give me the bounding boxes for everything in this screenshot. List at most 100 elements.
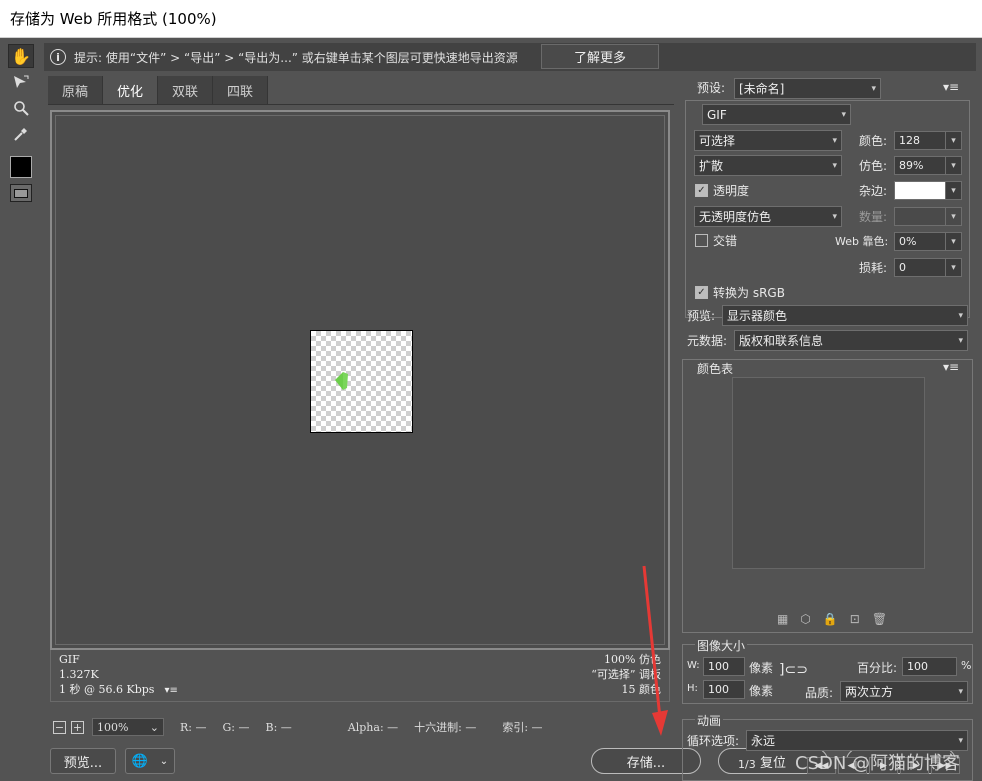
chevron-down-icon: ⌄ bbox=[159, 755, 169, 767]
chevron-down-icon: ▾ bbox=[958, 735, 963, 746]
preview-canvas[interactable] bbox=[50, 110, 670, 650]
metadata-select[interactable]: 版权和联系信息 ▾ bbox=[734, 330, 968, 351]
dither-combo[interactable]: 89% ▾ bbox=[894, 156, 962, 175]
colors-combo[interactable]: 128 ▾ bbox=[894, 131, 962, 150]
percent-field[interactable]: 100 bbox=[902, 657, 957, 676]
info-size: 1.327K bbox=[59, 668, 99, 681]
toggle-slices-icon[interactable] bbox=[10, 184, 32, 202]
window-title: 存储为 Web 所用格式 (100%) bbox=[10, 10, 217, 28]
interlace-checkbox[interactable]: 交错 bbox=[695, 232, 737, 249]
slice-select-tool-icon[interactable] bbox=[8, 70, 34, 94]
tool-panel: ✋ bbox=[8, 44, 38, 202]
preview-value: 显示器颜色 bbox=[727, 309, 788, 323]
metadata-value: 版权和联系信息 bbox=[739, 334, 824, 348]
colors-field[interactable]: 128 bbox=[894, 131, 946, 150]
dither-algorithm-select[interactable]: 扩散 ▾ bbox=[694, 155, 842, 176]
quality-label: 品质: bbox=[805, 686, 834, 700]
window-titlebar: 存储为 Web 所用格式 (100%) bbox=[0, 0, 982, 38]
tab-4-up[interactable]: 四联 bbox=[213, 76, 269, 104]
tab-2-up[interactable]: 双联 bbox=[158, 76, 214, 104]
checkmark-icon: ✓ bbox=[695, 184, 708, 197]
chevron-down-icon: ▾ bbox=[841, 109, 846, 120]
matte-color-field[interactable] bbox=[894, 181, 946, 200]
browser-select[interactable]: 🌐 ⌄ bbox=[125, 748, 175, 774]
chevron-down-icon[interactable]: ▾ bbox=[946, 181, 962, 200]
new-color-icon[interactable]: ⊡ bbox=[850, 612, 860, 626]
transparency-dither-select[interactable]: 无透明度仿色 ▾ bbox=[694, 206, 842, 227]
zoom-select[interactable]: 100% ⌄ bbox=[92, 718, 164, 736]
interlace-label: 交错 bbox=[713, 234, 738, 248]
metadata-label: 元数据: bbox=[687, 334, 728, 348]
annotation-arrow bbox=[642, 565, 668, 736]
web-snap-field[interactable]: 0% bbox=[894, 232, 946, 251]
color-table-menu-icon[interactable]: ▾≡ bbox=[943, 360, 959, 374]
zoom-out-button[interactable]: − bbox=[53, 720, 66, 734]
learn-more-button[interactable]: 了解更多 bbox=[541, 44, 659, 69]
map-color-icon[interactable]: ▦ bbox=[777, 612, 788, 626]
image-info-area: GIF 1.327K 1 秒 @ 56.6 Kbps ▾≡ 100% 仿色 “可选… bbox=[50, 650, 670, 702]
palette-select[interactable]: 可选择 ▾ bbox=[694, 130, 842, 151]
eyedropper-tool-icon[interactable] bbox=[8, 122, 34, 146]
tab-optimized[interactable]: 优化 bbox=[103, 76, 159, 104]
matte-combo[interactable]: ▾ bbox=[894, 181, 962, 200]
lock-color-icon[interactable]: 🔒 bbox=[823, 612, 838, 626]
transparency-dither-value: 无透明度仿色 bbox=[699, 210, 772, 224]
status-g: G: — bbox=[222, 720, 250, 734]
delete-color-icon[interactable]: 🗑 bbox=[872, 612, 887, 626]
dither-field[interactable]: 89% bbox=[894, 156, 946, 175]
info-speed: 1 秒 @ 56.6 Kbps bbox=[59, 683, 155, 696]
chevron-down-icon[interactable]: ▾ bbox=[946, 131, 962, 150]
preview-in-browser-button[interactable]: 预览... bbox=[50, 748, 116, 774]
chevron-down-icon: ▾ bbox=[958, 310, 963, 321]
chevron-down-icon[interactable]: ▾ bbox=[946, 258, 962, 277]
tabs-divider bbox=[48, 104, 674, 105]
transparency-label: 透明度 bbox=[713, 184, 750, 198]
zoom-tool-icon[interactable] bbox=[8, 96, 34, 120]
animation-title: 动画 bbox=[697, 714, 722, 728]
hand-tool-icon[interactable]: ✋ bbox=[8, 44, 34, 68]
preset-label: 预设: bbox=[697, 81, 726, 95]
preset-menu-icon[interactable]: ▾≡ bbox=[943, 80, 959, 94]
quality-select[interactable]: 两次立方 ▾ bbox=[840, 681, 968, 702]
chevron-down-icon[interactable]: ▾ bbox=[946, 232, 962, 251]
preview-label: 预览: bbox=[687, 309, 716, 323]
status-hex: 十六进制: — bbox=[414, 721, 477, 734]
convert-srgb-label: 转换为 sRGB bbox=[713, 286, 785, 300]
web-shift-icon[interactable]: ⬡ bbox=[800, 612, 810, 626]
green-arrow-shape bbox=[335, 372, 348, 390]
chevron-down-icon: ▾ bbox=[958, 335, 963, 346]
convert-srgb-checkbox[interactable]: ✓ 转换为 sRGB bbox=[695, 284, 785, 301]
image-size-title: 图像大小 bbox=[697, 639, 746, 653]
web-snap-combo[interactable]: 0% ▾ bbox=[894, 232, 962, 251]
loop-value: 永远 bbox=[751, 734, 776, 748]
frame-counter: 1/3 bbox=[738, 758, 756, 771]
speed-menu-icon[interactable]: ▾≡ bbox=[164, 685, 177, 696]
tab-original[interactable]: 原稿 bbox=[48, 76, 104, 104]
format-select[interactable]: GIF ▾ bbox=[702, 104, 851, 125]
watermark-text: CSDN @阿猫的博客 bbox=[795, 753, 961, 774]
chevron-down-icon: ⌄ bbox=[149, 720, 159, 734]
color-table-swatches[interactable] bbox=[732, 377, 925, 569]
transparency-checkbox[interactable]: ✓ 透明度 bbox=[695, 182, 749, 199]
browser-icon: 🌐 bbox=[131, 753, 149, 769]
color-table-title: 颜色表 bbox=[697, 362, 734, 376]
height-field[interactable]: 100 bbox=[703, 680, 745, 699]
width-field[interactable]: 100 bbox=[703, 657, 745, 676]
height-unit: 像素 bbox=[749, 684, 774, 698]
link-icon[interactable]: ]⊂⊃ bbox=[779, 662, 808, 678]
eyedropper-color-swatch[interactable] bbox=[10, 156, 32, 178]
palette-value: 可选择 bbox=[699, 134, 736, 148]
preview-select[interactable]: 显示器颜色 ▾ bbox=[722, 305, 968, 326]
zoom-in-button[interactable]: + bbox=[71, 720, 84, 734]
web-snap-label: Web 靠色: bbox=[835, 235, 889, 248]
lossy-field[interactable]: 0 bbox=[894, 258, 946, 277]
percent-unit: % bbox=[961, 659, 972, 672]
info-icon: i bbox=[50, 49, 66, 65]
loop-select[interactable]: 永远 ▾ bbox=[746, 730, 968, 751]
width-unit: 像素 bbox=[749, 661, 774, 675]
chevron-down-icon: ▾ bbox=[946, 207, 962, 226]
lossy-combo[interactable]: 0 ▾ bbox=[894, 258, 962, 277]
amount-combo: ▾ bbox=[894, 207, 962, 226]
chevron-down-icon[interactable]: ▾ bbox=[946, 156, 962, 175]
preset-select[interactable]: [未命名] ▾ bbox=[734, 78, 881, 99]
